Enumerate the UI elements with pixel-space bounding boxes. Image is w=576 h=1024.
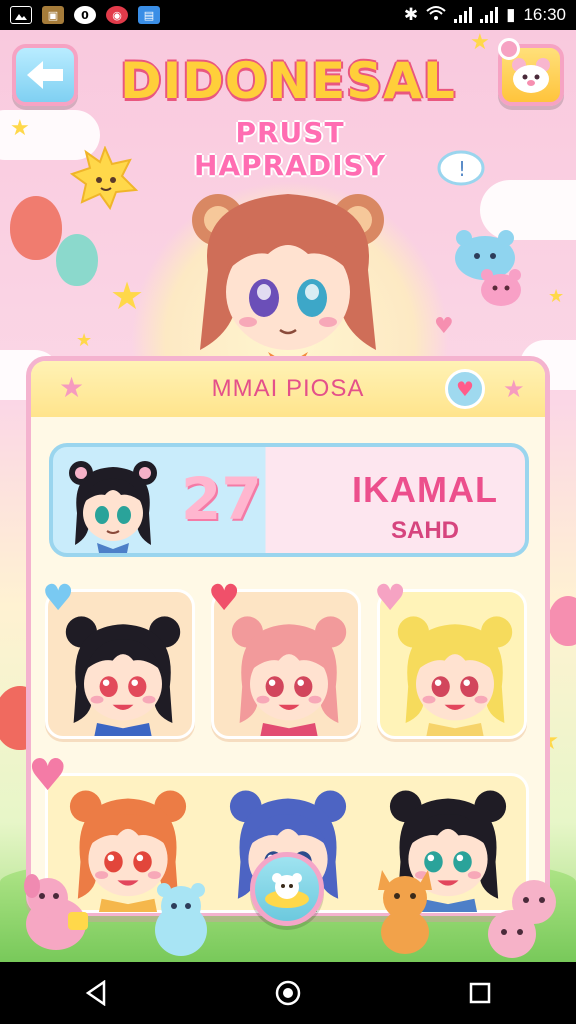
- star-icon: ★: [548, 286, 565, 307]
- nav-recents-icon: [469, 982, 491, 1004]
- panel-title: MMAI PIOSA: [211, 375, 365, 402]
- pink-pig-creatures-icon: [488, 880, 556, 958]
- speech-bubble-icon: !: [437, 150, 485, 186]
- featured-avatar: [69, 461, 157, 553]
- star-icon: ★: [503, 375, 525, 403]
- balloon-icon: [10, 196, 62, 260]
- character-card[interactable]: ♥: [42, 578, 195, 740]
- character-panel: MMAI PIOSA ♥ ★ ★ 27 IKAMAL SAHD ♥ ♥ ♥ ♥: [26, 356, 550, 916]
- rainbow-heart-icon: ♥: [374, 578, 407, 619]
- signal-icon: [454, 7, 473, 23]
- signal2-icon: [480, 7, 499, 23]
- game-title: DIDONESAL: [120, 52, 456, 110]
- arrow-left-icon: [27, 61, 63, 89]
- clock: 16:30: [523, 5, 566, 24]
- system-nav-bar: [0, 962, 576, 1024]
- sun-creature-icon: [70, 146, 139, 210]
- character-card[interactable]: ♥: [374, 578, 527, 740]
- nav-home-button[interactable]: [268, 973, 308, 1013]
- panel-header: MMAI PIOSA ♥: [31, 361, 545, 417]
- bluetooth-icon: ✱: [403, 5, 419, 24]
- character-avatar: [58, 606, 188, 740]
- pink-creature-icon: [481, 269, 521, 306]
- pink-dog-creature-icon: [24, 874, 88, 950]
- image-icon: [10, 6, 32, 24]
- balloon-icon: [56, 234, 98, 286]
- character-avatar: [224, 606, 354, 740]
- featured-name: IKAMAL: [352, 469, 498, 510]
- balloon-icon: [548, 596, 576, 646]
- mascot-character: [192, 194, 384, 370]
- game-subtitle: PRUST HAPRADISY: [194, 116, 386, 182]
- notification-icons: ▣ 0 ◉ ▤: [10, 6, 160, 24]
- orange-fox-creature-icon: [378, 870, 432, 954]
- nav-back-button[interactable]: [76, 973, 116, 1013]
- blue-bear-creature-icon: [155, 883, 207, 956]
- center-action-button[interactable]: [250, 852, 324, 926]
- character-avatar: [390, 606, 520, 740]
- bear-cushion-icon: [265, 873, 309, 908]
- heart-icon: ♥: [434, 314, 454, 339]
- shield-icon: ◉: [106, 6, 128, 24]
- box-icon: ▣: [42, 6, 64, 24]
- battery-icon: ▮: [506, 5, 516, 24]
- svg-text:!: !: [458, 157, 466, 181]
- star-icon: ★: [110, 274, 145, 318]
- nav-back-icon: [85, 980, 106, 1006]
- featured-score: 27: [181, 465, 262, 533]
- featured-subtitle: SAHD: [390, 517, 459, 544]
- star-icon: ★: [470, 30, 490, 55]
- photo-icon: ▤: [138, 6, 160, 24]
- status-bar: ▣ 0 ◉ ▤ ✱ ▮ 16:30: [0, 0, 576, 30]
- blue-heart-icon: ♥: [42, 578, 75, 619]
- back-button[interactable]: [12, 44, 78, 106]
- game-scene: ★ ★ ★ ★ ★ ★ ! ♥ DIDONESAL PRUST HAP: [0, 30, 576, 962]
- star-icon: ★: [59, 371, 85, 404]
- featured-player-card[interactable]: 27 IKAMAL SAHD: [49, 443, 529, 557]
- heart-badge-button[interactable]: ♥: [445, 369, 485, 409]
- notification-dot: [498, 38, 520, 60]
- heart-icon: ♥: [456, 377, 474, 401]
- star-icon: ★: [10, 116, 30, 141]
- gold-heart-icon: ♥: [28, 750, 68, 801]
- character-card[interactable]: ♥: [208, 578, 361, 740]
- nav-recents-button[interactable]: [460, 973, 500, 1013]
- bear-menu-icon: [512, 58, 550, 93]
- wifi-icon: [426, 5, 446, 26]
- red-heart-icon: ♥: [208, 578, 241, 619]
- circle-zero-icon: 0: [74, 6, 96, 24]
- star-icon: ★: [76, 330, 93, 351]
- nav-home-icon: [275, 980, 301, 1006]
